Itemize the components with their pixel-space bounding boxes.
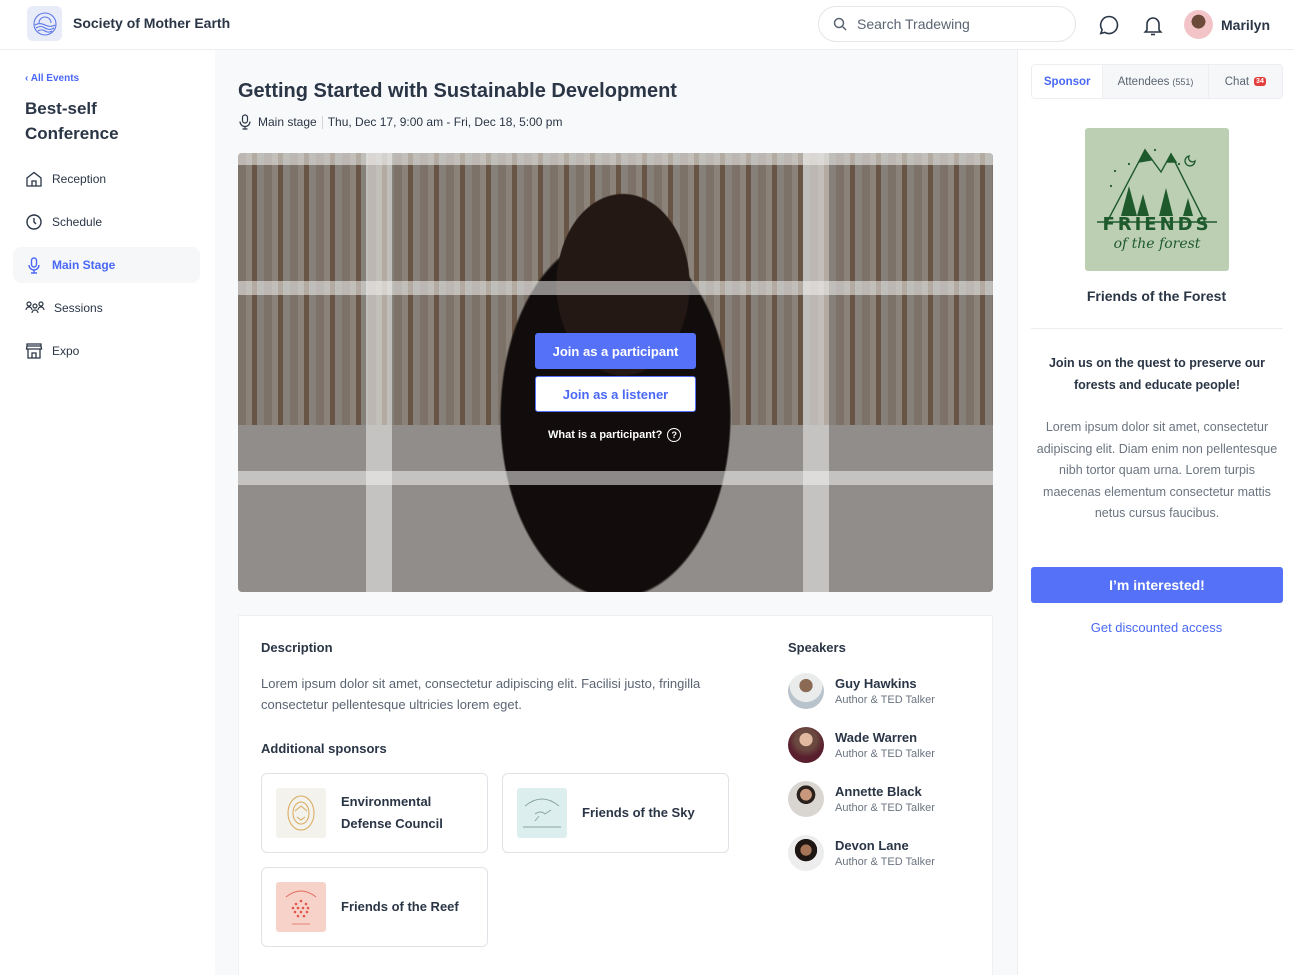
speaker-item[interactable]: Annette Black Author & TED Talker: [788, 781, 935, 817]
home-icon: [26, 171, 42, 187]
all-events-link[interactable]: ‹ All Events: [25, 73, 79, 84]
session-title: Getting Started with Sustainable Develop…: [238, 80, 677, 102]
bookshelf-post: [366, 153, 392, 592]
sidebar-item-sessions[interactable]: Sessions: [13, 290, 200, 326]
top-bar: Society of Mother Earth Marilyn: [0, 0, 1294, 50]
speaker-item[interactable]: Devon Lane Author & TED Talker: [788, 835, 935, 871]
interested-button[interactable]: I’m interested!: [1031, 567, 1283, 603]
sponsor-logo: [517, 788, 567, 838]
speaker-role: Author & TED Talker: [835, 856, 935, 868]
microphone-icon: [28, 257, 40, 274]
speaker-role: Author & TED Talker: [835, 748, 935, 760]
sidebar-item-reception[interactable]: Reception: [13, 161, 200, 197]
speaker-avatar: [788, 727, 824, 763]
speaker-item[interactable]: Guy Hawkins Author & TED Talker: [788, 673, 935, 709]
sponsor-name: Friends of the Sky: [582, 805, 695, 820]
divider: [1031, 328, 1283, 329]
speaker-item[interactable]: Wade Warren Author & TED Talker: [788, 727, 935, 763]
people-icon: [25, 301, 45, 314]
session-datetime: Thu, Dec 17, 9:00 am - Fri, Dec 18, 5:00…: [327, 115, 563, 129]
speaker-avatar: [788, 781, 824, 817]
right-panel: Sponsor Attendees (551) Chat 34 FRIENDS of…: [1017, 50, 1294, 975]
sponsor-logo-subtitle: of the forest: [1113, 236, 1201, 252]
video-stage[interactable]: [238, 153, 993, 592]
search-icon: [833, 17, 847, 31]
speaker-avatar: [788, 673, 824, 709]
user-name[interactable]: Marilyn: [1221, 17, 1270, 33]
sponsor-description: Lorem ipsum dolor sit amet, consectetur …: [1036, 420, 1278, 521]
speaker-name: Wade Warren: [835, 730, 918, 745]
speaker-role: Author & TED Talker: [835, 694, 935, 706]
what-is-participant-link[interactable]: What is a participant? ?: [548, 428, 682, 442]
microphone-icon: [239, 114, 251, 130]
sponsor-name: Friends of the Forest: [1086, 288, 1227, 304]
sponsor-logo: [276, 882, 326, 932]
tab-chat[interactable]: Chat 34: [1209, 65, 1282, 98]
bookshelf-top: [238, 153, 993, 165]
bell-icon[interactable]: [1142, 14, 1164, 36]
bookshelf-shelf: [238, 471, 993, 485]
session-meta: Main stage Thu, Dec 17, 9:00 am - Fri, D…: [238, 114, 562, 130]
chat-icon[interactable]: [1098, 14, 1120, 36]
logo-icon[interactable]: [27, 6, 62, 41]
speaker-avatar: [788, 835, 824, 871]
sponsor-card[interactable]: Environmental Defense Council: [261, 773, 488, 853]
speaker-name: Devon Lane: [835, 838, 909, 853]
sponsor-name: Environmental Defense Council: [341, 794, 443, 831]
bookshelf-post: [803, 153, 829, 592]
tab-attendees[interactable]: Attendees (551): [1103, 65, 1209, 98]
sidebar: ‹ All Events Best-self Conference Recept…: [0, 50, 215, 975]
store-icon: [25, 343, 43, 359]
speaker-name: Annette Black: [835, 784, 922, 799]
help-circle-icon: ?: [667, 428, 682, 442]
session-location: Main stage: [258, 115, 317, 129]
bookshelf-shelf: [238, 281, 993, 295]
chat-unread-badge: 34: [1254, 77, 1266, 86]
org-name: Society of Mother Earth: [73, 15, 231, 31]
divider: [321, 115, 323, 129]
sidebar-item-main-stage[interactable]: Main Stage: [13, 247, 200, 283]
attendees-count: (551): [1172, 76, 1194, 87]
sponsor-name: Friends of the Reef: [341, 899, 459, 914]
sponsors-heading: Additional sponsors: [261, 741, 387, 756]
sponsor-logo: FRIENDS of the forest: [1085, 128, 1229, 271]
sponsor-card[interactable]: Friends of the Reef: [261, 867, 488, 947]
clock-icon: [26, 214, 42, 230]
speakers-heading: Speakers: [788, 640, 846, 655]
join-participant-button[interactable]: Join as a participant: [535, 333, 696, 369]
search-bar[interactable]: [818, 6, 1076, 42]
event-title: Best-self Conference: [25, 99, 119, 143]
tab-sponsor[interactable]: Sponsor: [1032, 65, 1104, 98]
join-listener-button[interactable]: Join as a listener: [535, 376, 696, 412]
session-details: Description Lorem ipsum dolor sit amet, …: [238, 615, 993, 975]
sidebar-item-schedule[interactable]: Schedule: [13, 204, 200, 240]
panel-tabs: Sponsor Attendees (551) Chat 34: [1031, 64, 1283, 99]
sidebar-item-expo[interactable]: Expo: [13, 333, 200, 369]
description-text: Lorem ipsum dolor sit amet, consectetur …: [261, 676, 701, 712]
speaker-role: Author & TED Talker: [835, 802, 935, 814]
sponsor-tagline: Join us on the quest to preserve our for…: [1048, 356, 1265, 392]
speaker-name: Guy Hawkins: [835, 676, 917, 691]
search-input[interactable]: [857, 16, 1047, 32]
sponsor-card[interactable]: Friends of the Sky: [502, 773, 729, 853]
discounted-access-link[interactable]: Get discounted access: [1018, 620, 1294, 635]
description-heading: Description: [261, 640, 333, 655]
user-avatar[interactable]: [1184, 10, 1213, 39]
sponsor-logo: [276, 788, 326, 838]
sponsor-logo-title: FRIENDS: [1102, 214, 1212, 235]
